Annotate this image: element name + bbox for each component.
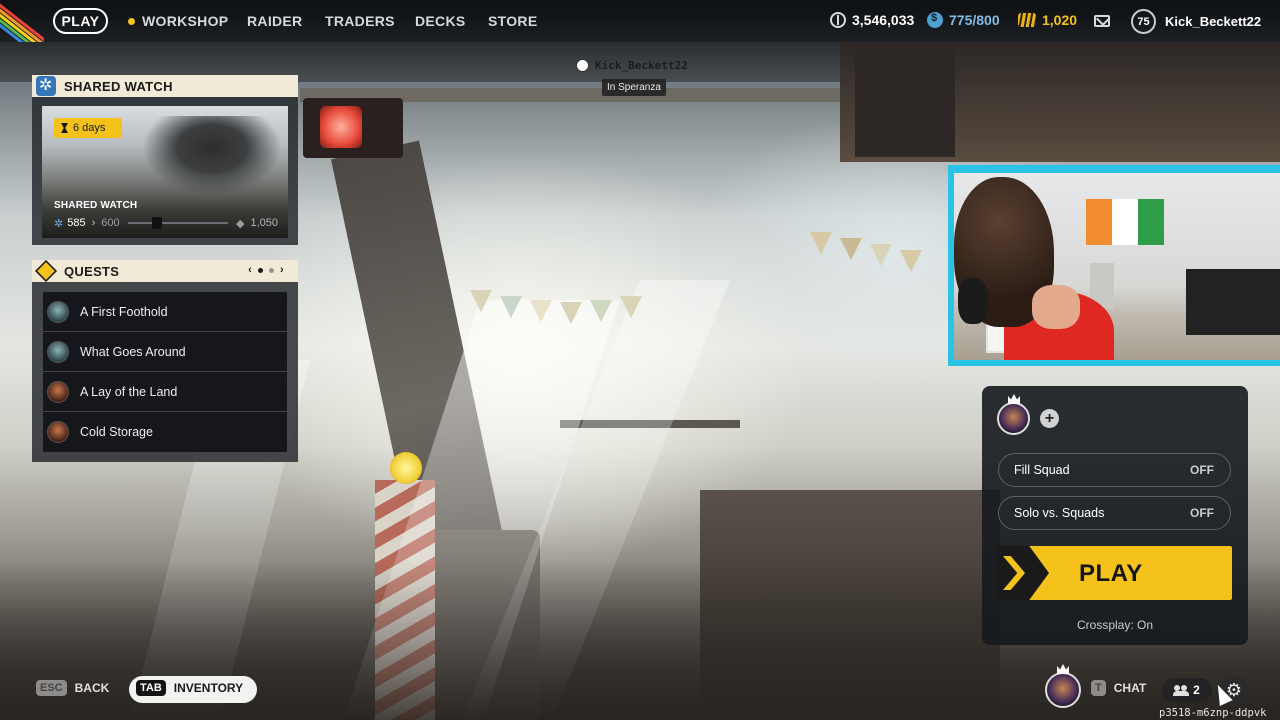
mail-icon[interactable] [1094,15,1110,27]
friends-icon [1173,685,1190,696]
quests-title: QUESTS [64,263,120,279]
progress-next: 600 [101,217,120,229]
quest-diamond-icon [34,259,58,283]
nav-raider-tab[interactable]: RAIDER [247,13,302,29]
nav-play-tab[interactable]: PLAY [53,8,108,34]
quest-item[interactable]: A First Foothold [43,292,287,332]
play-button-label: PLAY [1079,560,1143,587]
coins-currency: 3,546,033 [830,12,914,28]
quest-list: A First Foothold What Goes Around A Lay … [43,292,287,452]
friends-count: 2 [1193,683,1200,697]
webcam-person-hand [1032,285,1080,329]
gold-amount: 1,020 [1042,12,1078,28]
solo-vs-squads-value: OFF [1190,506,1214,520]
play-button[interactable]: PLAY [997,546,1232,600]
quest-giver-avatar [47,421,69,443]
gold-currency: 1,020 [1018,12,1077,28]
coins-amount: 3,546,033 [852,12,915,28]
headphones-icon [958,278,988,324]
chevron-right-icon: › [91,217,96,229]
chat-button[interactable]: T CHAT [1091,680,1146,696]
player-level-badge: 75 [1131,9,1156,34]
nav-store-tab[interactable]: STORE [488,13,537,29]
tokens-amount: 775/800 [949,12,1000,28]
inventory-button-content: TAB INVENTORY [136,680,243,696]
webcam-bed [1186,269,1280,335]
hourglass-icon [61,123,68,133]
fill-squad-toggle[interactable]: Fill Squad OFF [998,453,1231,487]
crown-icon [576,59,589,72]
solo-vs-squads-label: Solo vs. Squads [1014,506,1105,520]
notification-dot-icon [128,18,135,25]
fill-squad-label: Fill Squad [1014,463,1070,477]
irish-flag-image [1086,199,1164,245]
squad-leader-avatar[interactable] [997,402,1030,435]
chevron-left-icon[interactable]: ‹ [248,264,252,276]
quest-title: A Lay of the Land [80,384,178,399]
chevron-right-icon[interactable]: › [280,264,284,276]
progress-marker-icon [151,217,162,229]
chat-label: CHAT [1113,681,1147,695]
quest-item[interactable]: A Lay of the Land [43,372,287,412]
nav-traders-tab[interactable]: TRADERS [325,13,395,29]
quests-pager: ‹ › [248,264,284,276]
tokens-icon [927,12,943,28]
webcam-overlay [948,165,1280,366]
quest-giver-avatar [47,380,69,403]
quest-giver-avatar [47,340,69,363]
tokens-currency: 775/800 [927,12,1000,28]
nav-workshop-tab[interactable]: WORKSHOP [128,13,228,29]
webcam-feed [954,173,1280,360]
play-arrow-icon [997,546,1049,600]
coins-icon [830,12,846,28]
quest-giver-avatar [47,300,69,323]
gold-bars-icon [1018,13,1036,27]
robot-artwork [142,116,282,196]
days-remaining-text: 6 days [73,122,106,134]
nav-decks-tab[interactable]: DECKS [415,13,466,29]
progress-current: 585 [67,217,86,229]
crossplay-status: Crossplay: On [1076,618,1154,632]
quest-item[interactable]: What Goes Around [43,332,287,372]
gear-icon [36,75,56,96]
quest-title: Cold Storage [80,425,153,439]
rainbow-stripe-decoration [0,0,44,42]
page-dot-active-icon [258,267,264,273]
player-nametag: Kick_Beckett22 [576,59,688,72]
shared-watch-title: SHARED WATCH [64,78,173,94]
inventory-label: INVENTORY [173,681,244,695]
session-id: p3518-m6znp-ddpvk [1159,707,1267,719]
player-avatar[interactable] [1045,672,1081,708]
username-top[interactable]: Kick_Beckett22 [1165,14,1261,29]
add-squad-member-button[interactable]: + [1040,409,1059,428]
esc-key-hint: ESC [36,680,67,696]
solo-vs-squads-toggle[interactable]: Solo vs. Squads OFF [998,496,1231,530]
fill-squad-value: OFF [1190,463,1214,477]
shared-watch-progress: ✲ 585 › 600 ◆ 1,050 [54,216,278,230]
shared-watch-header: SHARED WATCH [32,75,298,97]
shared-watch-card-label: SHARED WATCH [54,200,138,211]
player-nametag-name: Kick_Beckett22 [595,59,688,72]
friends-button[interactable]: 2 [1162,678,1212,702]
quests-header: QUESTS ‹ › [32,259,298,283]
page-dot-icon [269,267,275,273]
top-navigation-bar: PLAY WORKSHOP RAIDER TRADERS DECKS STORE… [0,0,1280,42]
quest-title: A First Foothold [80,304,168,319]
days-remaining-badge: 6 days [54,118,122,138]
diamond-small-icon: ◆ [236,217,245,230]
chat-key-hint: T [1091,680,1106,696]
gear-icon: ✲ [54,217,64,230]
tab-key-hint: TAB [136,680,166,696]
progress-goal: 1,050 [250,217,278,229]
nav-workshop-label: WORKSHOP [142,13,229,29]
player-location-pill: In Speranza [602,79,666,96]
quest-item[interactable]: Cold Storage [43,412,287,452]
back-button[interactable]: ESC BACK [36,680,109,696]
quest-title: What Goes Around [80,344,186,359]
progress-track [127,217,228,229]
back-label: BACK [74,681,110,695]
